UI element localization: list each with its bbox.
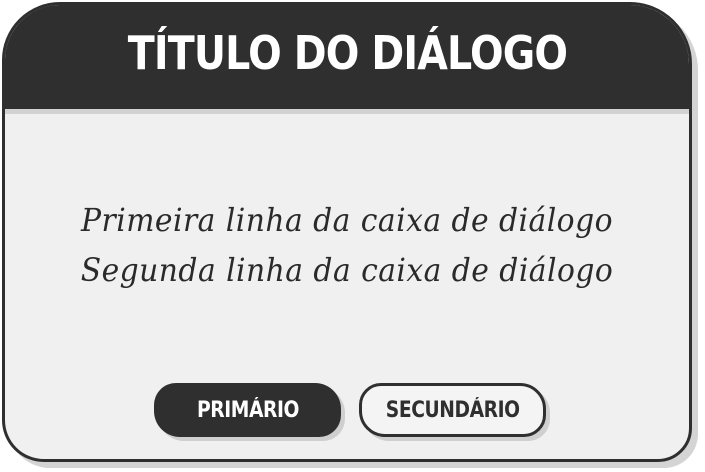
dialog-title: TÍTULO DO DIÁLOGO — [127, 26, 567, 80]
dialog-message-line-1: Primeira linha da caixa de diálogo — [81, 201, 613, 239]
dialog-message-line-2: Segunda linha da caixa de diálogo — [80, 251, 614, 289]
secondary-button[interactable]: SECUNDÁRIO — [359, 383, 546, 437]
primary-button-label: PRIMÁRIO — [196, 397, 299, 423]
dialog-message: Primeira linha da caixa de diálogo Segun… — [5, 195, 689, 295]
dialog-titlebar: TÍTULO DO DIÁLOGO — [5, 5, 689, 114]
dialog-box: TÍTULO DO DIÁLOGO Primeira linha da caix… — [2, 2, 692, 462]
secondary-button-label: SECUNDÁRIO — [385, 397, 520, 423]
primary-button[interactable]: PRIMÁRIO — [154, 383, 341, 437]
